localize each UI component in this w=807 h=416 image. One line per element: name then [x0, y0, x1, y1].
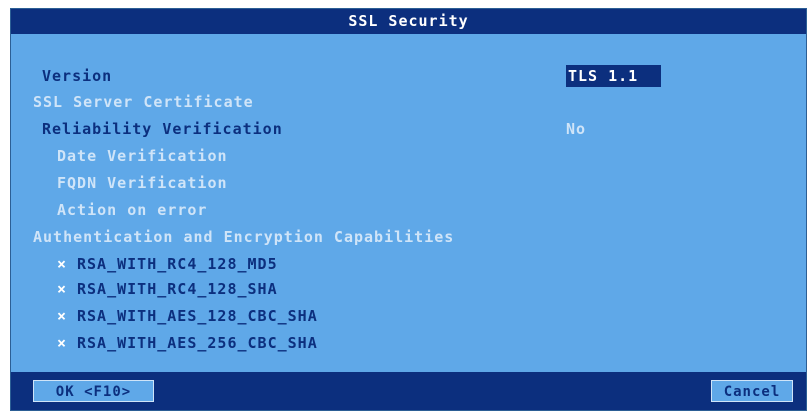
cancel-button[interactable]: Cancel	[711, 380, 793, 402]
cipher-item[interactable]: × RSA_WITH_AES_256_CBC_SHA	[57, 333, 318, 353]
cipher-item[interactable]: × RSA_WITH_RC4_128_SHA	[57, 279, 278, 299]
cipher-item[interactable]: × RSA_WITH_AES_128_CBC_SHA	[57, 306, 318, 326]
check-mark-icon[interactable]: ×	[57, 279, 71, 299]
cipher-item[interactable]: × RSA_WITH_RC4_128_MD5	[57, 254, 278, 274]
cipher-name: RSA_WITH_RC4_128_SHA	[77, 280, 278, 298]
version-select[interactable]: TLS 1.1	[566, 65, 661, 87]
reliability-label: Reliability Verification	[42, 120, 283, 138]
fqdn-verification-label: FQDN Verification	[57, 174, 228, 192]
button-bar: OK <F10> Cancel	[11, 372, 806, 410]
dialog-title: SSL Security	[11, 9, 806, 34]
date-verification-label: Date Verification	[57, 147, 228, 165]
capabilities-heading: Authentication and Encryption Capabiliti…	[33, 228, 455, 246]
check-mark-icon[interactable]: ×	[57, 306, 71, 326]
action-on-error-label: Action on error	[57, 201, 208, 219]
check-mark-icon[interactable]: ×	[57, 254, 71, 274]
reliability-value[interactable]: No	[566, 119, 586, 139]
check-mark-icon[interactable]: ×	[57, 333, 71, 353]
cipher-name: RSA_WITH_AES_256_CBC_SHA	[77, 334, 318, 352]
server-cert-heading: SSL Server Certificate	[33, 93, 254, 111]
ok-button[interactable]: OK <F10>	[33, 380, 154, 402]
ssl-security-dialog: SSL Security Version TLS 1.1 SSL Server …	[10, 8, 807, 411]
cipher-name: RSA_WITH_RC4_128_MD5	[77, 255, 278, 273]
version-label: Version	[42, 67, 113, 85]
cipher-name: RSA_WITH_AES_128_CBC_SHA	[77, 307, 318, 325]
